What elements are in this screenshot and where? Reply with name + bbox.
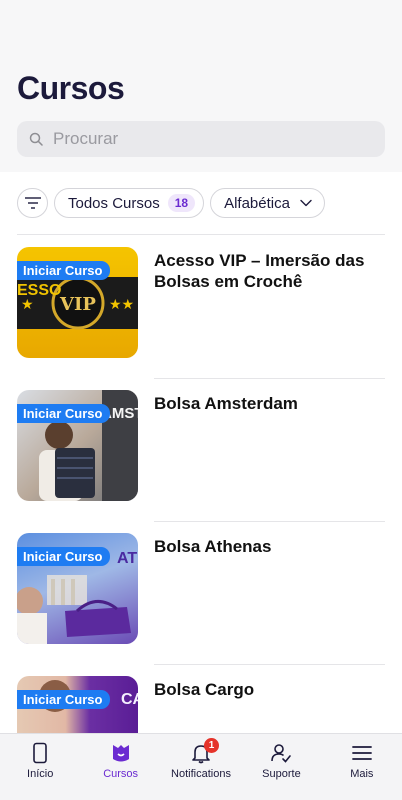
star-icon: ★★ — [109, 296, 134, 312]
support-icon — [271, 744, 292, 763]
courses-icon — [112, 745, 129, 762]
divider — [17, 234, 385, 235]
start-course-tag: Iniciar Curso — [17, 547, 111, 566]
course-thumbnail[interactable]: VIP ESSO ★★ ★ Iniciar Curso — [17, 247, 138, 358]
filter-button[interactable] — [17, 188, 48, 218]
course-item[interactable]: ATI Iniciar Curso Bolsa Athenas — [0, 533, 402, 676]
tab-label: Início — [27, 768, 54, 780]
filter-icon — [24, 197, 41, 209]
start-course-tag: Iniciar Curso — [17, 261, 111, 280]
cargo-text: CA — [121, 691, 138, 708]
tablet-icon — [33, 742, 48, 764]
course-title[interactable]: Bolsa Athenas — [154, 536, 382, 557]
divider — [154, 378, 385, 379]
athenas-text: ATI — [117, 550, 138, 567]
course-title[interactable]: Bolsa Amsterdam — [154, 393, 382, 414]
tab-cursos[interactable]: Cursos — [80, 734, 160, 800]
course-list: VIP ESSO ★★ ★ Iniciar Curso Acesso VIP –… — [0, 247, 402, 800]
sort-label: Alfabética — [224, 194, 290, 212]
courses-count-badge: 18 — [167, 194, 196, 212]
tab-label: Suporte — [262, 768, 301, 780]
tab-notifications[interactable]: 1 Notifications — [161, 734, 241, 800]
all-courses-label: Todos Cursos — [68, 194, 160, 212]
filter-row: Todos Cursos 18 Alfabética — [0, 172, 402, 234]
divider — [154, 664, 385, 665]
course-thumbnail[interactable]: ATI Iniciar Curso — [17, 533, 138, 644]
chevron-down-icon — [300, 199, 312, 207]
divider — [154, 521, 385, 522]
tab-label: Notifications — [171, 768, 231, 780]
course-title[interactable]: Bolsa Cargo — [154, 679, 382, 700]
all-courses-chip[interactable]: Todos Cursos 18 — [54, 188, 205, 218]
tab-label: Cursos — [103, 768, 139, 780]
header: Cursos — [0, 0, 402, 172]
page-title: Cursos — [17, 70, 125, 106]
search-bar[interactable] — [17, 121, 385, 157]
vip-logo-text: VIP — [59, 294, 96, 315]
course-thumbnail[interactable]: AMST Iniciar Curso — [17, 390, 138, 501]
menu-icon — [351, 746, 372, 760]
start-course-tag: Iniciar Curso — [17, 404, 111, 423]
star-icon: ★ — [21, 296, 34, 312]
tab-bar: Início Cursos 1 Notifications Suporte Ma… — [0, 733, 402, 800]
course-item[interactable]: AMST Iniciar Curso Bolsa Amsterdam — [0, 390, 402, 533]
search-input[interactable] — [53, 129, 333, 149]
tab-suporte[interactable]: Suporte — [241, 734, 321, 800]
tab-inicio[interactable]: Início — [0, 734, 80, 800]
notification-badge: 1 — [204, 738, 220, 753]
course-item[interactable]: VIP ESSO ★★ ★ Iniciar Curso Acesso VIP –… — [0, 247, 402, 390]
tab-label: Mais — [350, 768, 374, 780]
start-course-tag: Iniciar Curso — [17, 690, 111, 709]
sort-dropdown[interactable]: Alfabética — [210, 188, 325, 218]
tab-mais[interactable]: Mais — [322, 734, 402, 800]
course-title[interactable]: Acesso VIP – Imersão das Bolsas em Croch… — [154, 250, 382, 292]
search-icon — [29, 132, 43, 146]
